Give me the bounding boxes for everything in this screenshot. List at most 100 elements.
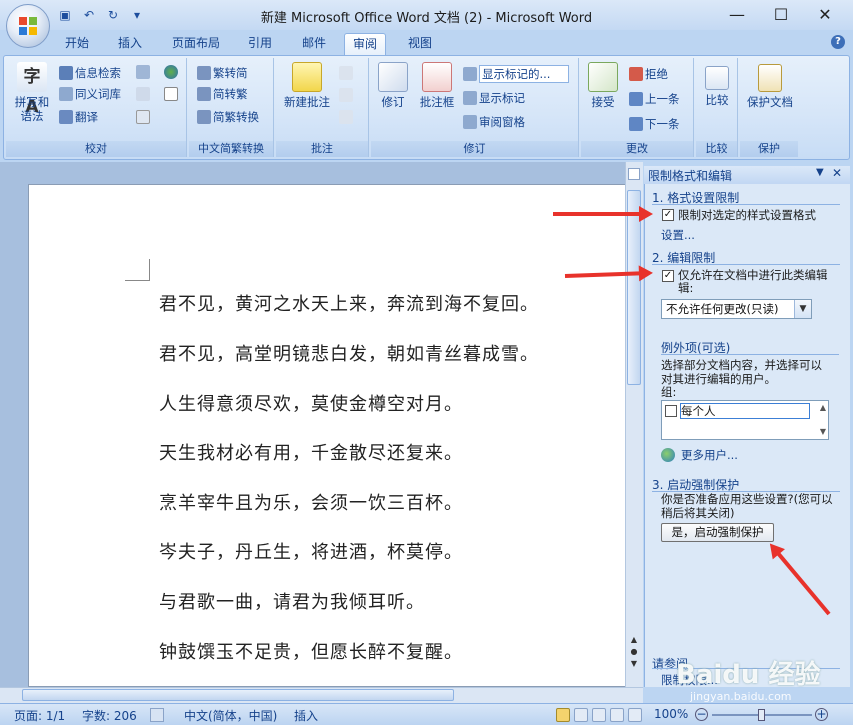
delete-comment-icon[interactable] bbox=[339, 66, 353, 80]
pane-menu-icon[interactable]: ▼ bbox=[816, 167, 824, 178]
simp-to-trad-button[interactable]: 简转繁 bbox=[197, 86, 248, 102]
balloons-button[interactable]: 批注框 bbox=[417, 62, 457, 109]
tab-insert[interactable]: 插入 bbox=[110, 33, 150, 55]
list-scroll-down-icon[interactable]: ▼ bbox=[820, 427, 826, 436]
chevron-down-icon[interactable]: ▼ bbox=[794, 300, 811, 318]
zoom-level[interactable]: 100% bbox=[654, 707, 688, 721]
word-count-small-icon[interactable] bbox=[136, 110, 150, 124]
research-button[interactable]: 信息检索 bbox=[59, 65, 121, 81]
tab-page-layout[interactable]: 页面布局 bbox=[165, 33, 227, 55]
browse-buttons[interactable]: ▲ ● ▼ bbox=[628, 634, 640, 670]
watermark-url: jingyan.baidu.com bbox=[690, 690, 792, 703]
previous-change-button[interactable]: 上一条 bbox=[629, 91, 680, 107]
help-icon[interactable]: ? bbox=[831, 35, 845, 49]
insert-mode[interactable]: 插入 bbox=[294, 707, 318, 724]
protect-document-button[interactable]: 保护文档 bbox=[742, 64, 798, 109]
ruler-toggle-icon[interactable] bbox=[628, 168, 640, 180]
everyone-label[interactable]: 每个人 bbox=[680, 403, 810, 419]
proofing-status-icon[interactable] bbox=[150, 708, 164, 722]
page-count[interactable]: 页面: 1/1 bbox=[14, 707, 65, 724]
trad-to-simp-icon bbox=[197, 66, 211, 80]
pane-header: 限制格式和编辑 ▼ ✕ bbox=[644, 166, 850, 184]
group-tracking: 修订 批注框 显示标记的... 显示标记 审阅窗格 修订 bbox=[371, 58, 579, 157]
translate-icon bbox=[59, 110, 73, 124]
compare-button[interactable]: 比较 bbox=[698, 66, 736, 107]
tab-home[interactable]: 开始 bbox=[58, 33, 96, 55]
web-layout-icon[interactable] bbox=[592, 708, 606, 722]
track-changes-label: 修订 bbox=[381, 95, 405, 109]
zoom-out-icon[interactable]: − bbox=[695, 708, 708, 721]
review-pane-button[interactable]: 审阅窗格 bbox=[463, 114, 525, 130]
office-button[interactable] bbox=[6, 4, 50, 48]
markup-combo-value: 显示标记的... bbox=[479, 65, 569, 83]
balloons-icon bbox=[422, 62, 452, 92]
document-line[interactable]: 钟鼓馔玉不足贵，但愿长醉不复醒。 bbox=[159, 638, 463, 664]
spelling-button[interactable]: 字A 拼写和 语法 bbox=[12, 62, 52, 123]
set-language-icon[interactable] bbox=[136, 87, 150, 101]
more-users-link[interactable]: 更多用户... bbox=[681, 447, 738, 463]
proofing-group-label: 校对 bbox=[6, 141, 186, 157]
chinese-convert-icon bbox=[197, 110, 211, 124]
track-changes-button[interactable]: 修订 bbox=[375, 62, 411, 109]
new-comment-button[interactable]: 新建批注 bbox=[278, 62, 336, 109]
close-button[interactable]: ✕ bbox=[803, 0, 847, 28]
tab-references[interactable]: 引用 bbox=[240, 33, 280, 55]
show-markup-button[interactable]: 显示标记 bbox=[463, 90, 525, 106]
maximize-button[interactable]: ☐ bbox=[759, 0, 803, 28]
view-buttons[interactable] bbox=[556, 708, 646, 722]
spelling-label: 拼写和 语法 bbox=[14, 95, 50, 123]
show-markup-icon bbox=[463, 91, 477, 105]
outline-icon[interactable] bbox=[610, 708, 624, 722]
draft-icon[interactable] bbox=[628, 708, 642, 722]
everyone-checkbox[interactable] bbox=[665, 405, 677, 417]
list-scroll-up-icon[interactable]: ▲ bbox=[820, 403, 826, 412]
document-line[interactable]: 岑夫子，丹丘生，将进酒，杯莫停。 bbox=[159, 538, 463, 564]
zoom-slider-thumb[interactable] bbox=[758, 709, 765, 721]
document-line[interactable]: 君不见，高堂明镜悲白发，朝如青丝暮成雪。 bbox=[159, 340, 539, 366]
word-count[interactable]: 字数: 206 bbox=[82, 707, 137, 724]
group-compare: 比较 比较 bbox=[696, 58, 738, 157]
language-status[interactable]: 中文(简体，中国) bbox=[184, 707, 277, 724]
group-comments: 新建批注 批注 bbox=[276, 58, 369, 157]
next-change-button[interactable]: 下一条 bbox=[629, 116, 680, 132]
chinese-convert-button[interactable]: 简繁转换 bbox=[197, 109, 259, 125]
next-change-icon bbox=[629, 117, 643, 131]
zoom-in-icon[interactable]: + bbox=[815, 708, 828, 721]
users-icon bbox=[661, 448, 675, 462]
document-line[interactable]: 君不见，黄河之水天上来，奔流到海不复回。 bbox=[159, 290, 539, 316]
previous-comment-icon[interactable] bbox=[339, 88, 353, 102]
markup-combo[interactable]: 显示标记的... bbox=[463, 65, 569, 83]
editing-type-select[interactable]: 不允许任何更改(只读) ▼ bbox=[661, 299, 812, 319]
horizontal-scroll-thumb[interactable] bbox=[22, 689, 454, 701]
language-icon[interactable] bbox=[136, 65, 150, 79]
tab-review[interactable]: 审阅 bbox=[344, 33, 386, 55]
trad-to-simp-button[interactable]: 繁转简 bbox=[197, 65, 248, 81]
groups-listbox[interactable]: 每个人 ▲ ▼ bbox=[661, 400, 829, 440]
translate-button[interactable]: 翻译 bbox=[59, 109, 98, 125]
translate-tip-icon[interactable] bbox=[164, 65, 178, 79]
document-line[interactable]: 与君歌一曲，请君为我倾耳听。 bbox=[159, 588, 425, 614]
document-line[interactable]: 天生我材必有用，千金散尽还复来。 bbox=[159, 439, 463, 465]
review-pane-label: 审阅窗格 bbox=[479, 115, 525, 129]
thesaurus-button[interactable]: 同义词库 bbox=[59, 86, 121, 102]
print-layout-icon[interactable] bbox=[556, 708, 570, 722]
group-protect: 保护文档 保护 bbox=[740, 58, 798, 157]
accept-button[interactable]: 接受 bbox=[585, 62, 621, 109]
pane-close-icon[interactable]: ✕ bbox=[832, 166, 842, 180]
pane-title: 限制格式和编辑 bbox=[648, 169, 733, 183]
research-icon bbox=[59, 66, 73, 80]
formatting-restriction-checkbox[interactable]: ✓ bbox=[662, 209, 674, 221]
minimize-button[interactable]: — bbox=[715, 0, 759, 28]
reject-button[interactable]: 拒绝 bbox=[629, 66, 668, 82]
tab-view[interactable]: 视图 bbox=[400, 33, 440, 55]
full-screen-icon[interactable] bbox=[574, 708, 588, 722]
editing-restriction-checkbox[interactable]: ✓ bbox=[662, 270, 674, 282]
formatting-settings-link[interactable]: 设置... bbox=[661, 227, 695, 243]
document-line[interactable]: 烹羊宰牛且为乐，会须一饮三百杯。 bbox=[159, 489, 463, 515]
start-enforcement-button[interactable]: 是，启动强制保护 bbox=[661, 523, 774, 542]
document-line[interactable]: 人生得意须尽欢，莫使金樽空对月。 bbox=[159, 390, 463, 416]
next-comment-icon[interactable] bbox=[339, 110, 353, 124]
new-comment-icon bbox=[292, 62, 322, 92]
tab-mailings[interactable]: 邮件 bbox=[294, 33, 334, 55]
word-count-icon[interactable] bbox=[164, 87, 178, 101]
